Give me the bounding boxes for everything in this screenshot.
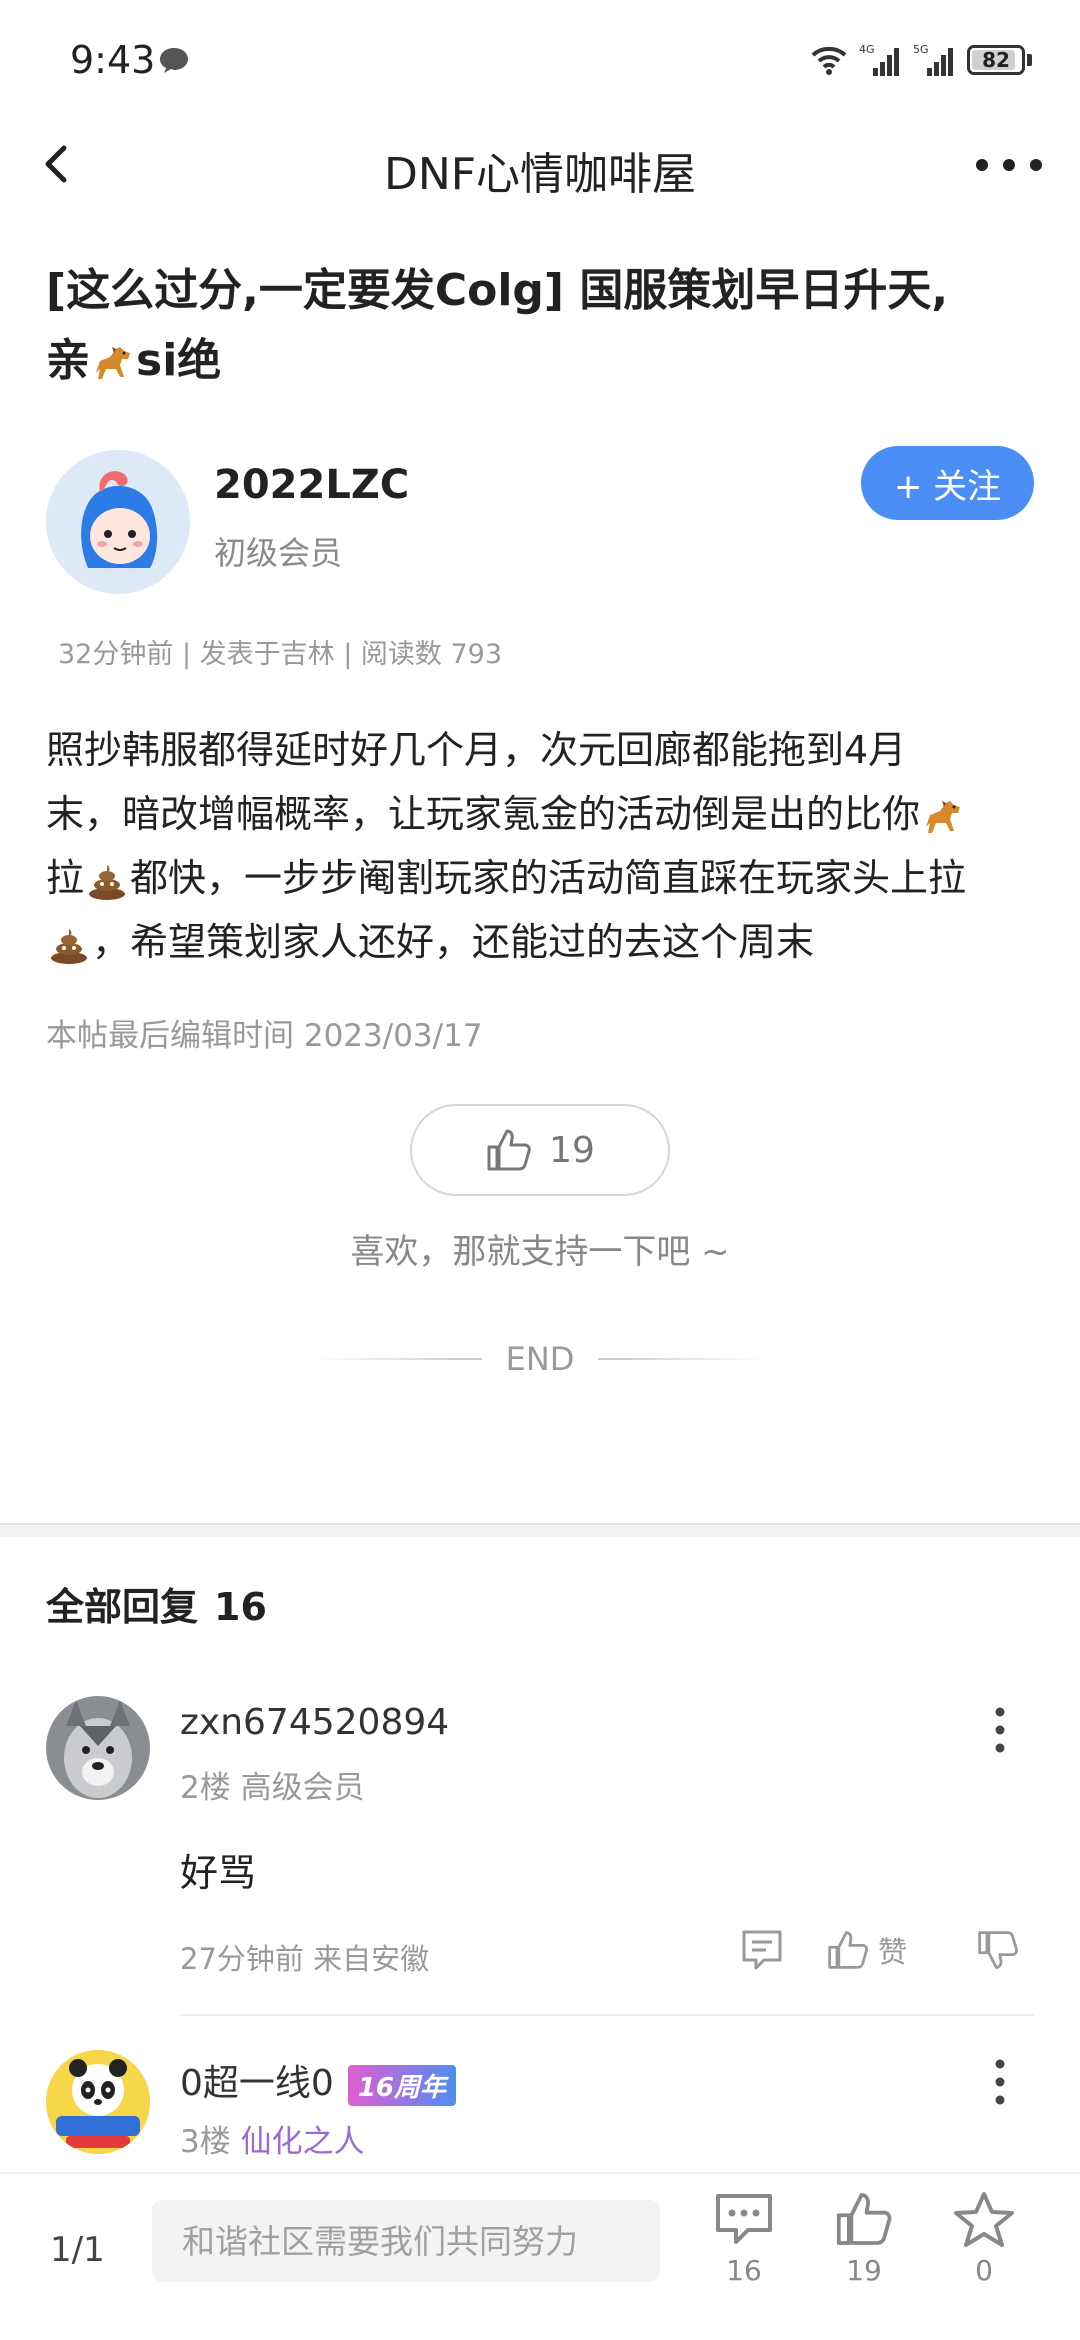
post-meta: 32分钟前 | 发表于吉林 | 阅读数 793 — [58, 639, 502, 670]
forum-title: DNF心情咖啡屋 — [383, 149, 697, 200]
battery-cap — [1027, 54, 1032, 66]
thumbs-up-icon — [487, 1129, 531, 1171]
status-time: 9:43 — [70, 38, 156, 82]
anniversary-badge: 16周年 — [347, 2064, 456, 2106]
battery-level: 82 — [982, 48, 1010, 72]
comment-avatar[interactable] — [46, 1696, 150, 1800]
like-button[interactable]: 19 — [824, 2190, 904, 2287]
comment-dislike-button[interactable] — [976, 1928, 1020, 1972]
reply-input[interactable] — [152, 2200, 660, 2282]
post-title: [这么过分,一定要发Colg] 国服策划早日升天, 亲 si绝 — [46, 256, 1036, 396]
status-bar: 9:43 4G 5G 82 — [0, 0, 1080, 120]
signal-4g-icon: 4G — [859, 43, 899, 76]
author-name[interactable]: 2022LZC — [214, 462, 409, 508]
end-label: END — [505, 1340, 575, 1378]
post-body-line-1: 照抄韩服都得延时好几个月，次元回廊都能拖到4月 — [46, 728, 907, 772]
cartoon-avatar-icon — [46, 450, 190, 594]
comment-divider — [180, 2014, 1034, 2016]
post-title-part-a: 亲 — [46, 335, 90, 386]
more-dots-icon[interactable] — [972, 140, 1046, 190]
message-bubble-icon — [160, 48, 188, 73]
thumbs-up-icon — [836, 2193, 892, 2245]
favorite-button[interactable]: 0 — [944, 2190, 1024, 2287]
replies-header: 全部回复 16 — [46, 1576, 267, 1631]
comment-like-label: 赞 — [878, 1935, 908, 1969]
comment-username[interactable]: zxn674520894 — [180, 1702, 449, 1743]
poop-emoji-icon — [89, 864, 126, 900]
post-body-line-4: ，希望策划家人还好，还能过的去这个周末 — [46, 910, 1036, 974]
comment-username-text: 0超一线0 — [180, 2063, 334, 2104]
horse-emoji-icon — [96, 347, 130, 379]
reply-comment-icon — [742, 1930, 782, 1970]
follow-button[interactable]: + 关注 — [861, 446, 1034, 520]
nav-bar: DNF心情咖啡屋 — [0, 120, 1080, 210]
post-body-line-4-text: ，希望策划家人还好，还能过的去这个周末 — [92, 920, 815, 964]
favorites-count: 0 — [975, 2254, 993, 2287]
poop-emoji-icon — [51, 928, 87, 964]
battery-indicator: 82 — [967, 45, 1025, 75]
post-body-line-2-text: 末，暗改增幅概率，让玩家氪金的活动倒是出的比你 — [46, 792, 921, 836]
author-level: 初级会员 — [214, 534, 343, 572]
like-hint: 喜欢，那就支持一下吧 ~ — [350, 1232, 730, 1272]
post-title-part-b: si绝 — [136, 335, 222, 386]
comment-more-icon[interactable] — [990, 1704, 1010, 1756]
comment-reply-button[interactable] — [740, 1928, 784, 1972]
post-body-line-3-b: 都快，一步步阉割玩家的活动简直踩在玩家头上拉 — [130, 856, 967, 900]
comment-floor: 2楼 高级会员 — [180, 1770, 365, 1806]
post-like-button[interactable]: 19 — [410, 1104, 670, 1196]
post-body-line-3-a: 拉 — [46, 856, 85, 900]
comment-floor: 3楼 — [180, 2124, 231, 2160]
comment-avatar[interactable] — [46, 2050, 150, 2154]
panda-avatar-icon — [46, 2050, 150, 2154]
comment-username[interactable]: 0超一线0 16周年 — [180, 2054, 456, 2106]
signal-5g-icon: 5G — [913, 43, 953, 76]
post-body-line-2: 末，暗改增幅概率，让玩家氪金的活动倒是出的比你 — [46, 782, 1036, 846]
end-line-right — [598, 1358, 769, 1360]
likes-count: 19 — [846, 2254, 882, 2287]
horse-emoji-icon — [926, 800, 961, 833]
post-title-line-2: 亲 si绝 — [46, 326, 1036, 396]
page-indicator[interactable]: 1/1 — [50, 2230, 105, 2270]
comment-like-button[interactable]: 赞 — [826, 1928, 907, 1972]
comments-button[interactable]: 16 — [704, 2190, 784, 2287]
post-title-line-1: [这么过分,一定要发Colg] 国服策划早日升天, — [46, 265, 949, 316]
comment-floor-row: 3楼 仙化之人 — [180, 2116, 365, 2161]
end-line-left — [311, 1358, 482, 1360]
end-marker: END — [310, 1340, 770, 1378]
thumbs-up-icon — [828, 1931, 868, 1969]
post-body-line-3: 拉 都快，一步步阉割玩家的活动简直踩在玩家头上拉 — [46, 846, 1036, 910]
wifi-icon — [811, 46, 847, 75]
bottom-action-bar: 1/1 16 19 0 — [0, 2172, 1080, 2340]
star-icon — [954, 2192, 1014, 2247]
comment-rank: 仙化之人 — [240, 2124, 365, 2160]
signal-4g-label: 4G — [859, 43, 875, 56]
edit-time: 本帖最后编辑时间 2023/03/17 — [46, 1018, 483, 1054]
post-like-count: 19 — [549, 1129, 595, 1171]
comment-time: 27分钟前 来自安徽 — [180, 1942, 430, 1976]
comments-count: 16 — [726, 2254, 762, 2287]
thumbs-down-icon — [978, 1931, 1018, 1969]
comment-text: 好骂 — [180, 1851, 257, 1895]
replies-count: 16 — [214, 1585, 267, 1629]
post-body: 照抄韩服都得延时好几个月，次元回廊都能拖到4月 末，暗改增幅概率，让玩家氪金的活… — [46, 718, 1036, 974]
replies-header-label: 全部回复 — [46, 1585, 199, 1629]
comment-bubble-icon — [716, 2194, 772, 2244]
signal-5g-label: 5G — [913, 43, 929, 56]
comment-more-icon[interactable] — [990, 2056, 1010, 2108]
husky-avatar-icon — [46, 1696, 150, 1800]
status-icons: 4G 5G 82 — [809, 40, 1032, 80]
author-avatar[interactable] — [46, 450, 190, 594]
section-separator — [0, 1523, 1080, 1537]
